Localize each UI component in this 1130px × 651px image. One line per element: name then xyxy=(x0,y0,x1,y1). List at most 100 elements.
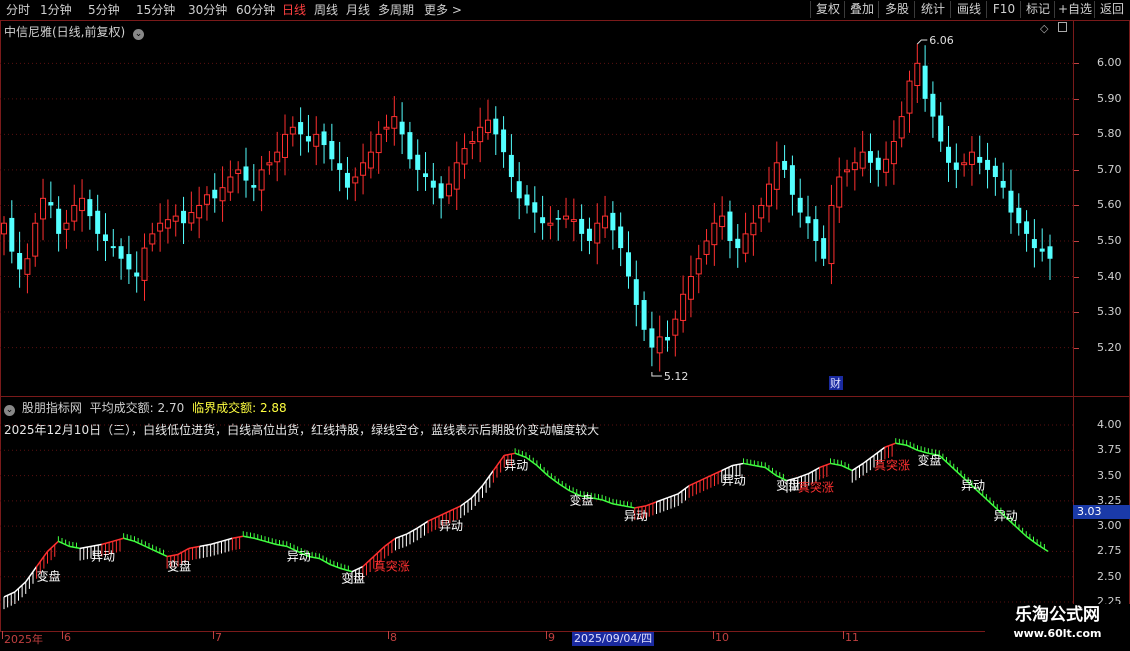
indicator-line xyxy=(645,501,657,507)
candle xyxy=(274,131,281,182)
candle xyxy=(797,178,803,228)
candle xyxy=(423,152,429,191)
candle-body xyxy=(461,148,468,165)
candle xyxy=(821,225,827,266)
draw-line-button[interactable]: 画线 xyxy=(950,1,987,18)
signal-label: 异动 xyxy=(961,479,985,493)
f10-button[interactable]: F10 xyxy=(986,1,1021,18)
candle-body xyxy=(516,181,522,199)
overlay-button[interactable]: 叠加 xyxy=(844,1,879,18)
back-button[interactable]: 返回 xyxy=(1094,1,1129,18)
period-tab-5min[interactable]: 5分钟 xyxy=(88,2,120,18)
indicator-segment xyxy=(481,470,494,498)
period-tab-weekly[interactable]: 周线 xyxy=(314,2,338,18)
candle-body xyxy=(227,176,234,193)
candle xyxy=(961,153,968,177)
indicator-line xyxy=(134,540,146,548)
multi-stock-button[interactable]: 多股 xyxy=(878,1,915,18)
candle xyxy=(375,121,382,174)
candle xyxy=(149,222,156,252)
indicator-line xyxy=(471,485,484,499)
signal-label: 异动 xyxy=(91,549,115,563)
period-tab-30min[interactable]: 30分钟 xyxy=(188,2,227,18)
candle-body xyxy=(922,65,928,99)
candle-body xyxy=(391,116,398,129)
candle-body xyxy=(399,121,405,135)
candle-body xyxy=(305,136,311,142)
indicator-line xyxy=(25,566,38,583)
candle xyxy=(610,201,616,250)
indicator-segment xyxy=(123,533,135,543)
period-tab-15min[interactable]: 15分钟 xyxy=(136,2,175,18)
candle xyxy=(602,195,609,238)
candle-body xyxy=(844,169,851,173)
candle xyxy=(805,195,811,239)
candle-body xyxy=(727,211,733,241)
candle xyxy=(453,141,460,211)
indicator-segment xyxy=(764,462,777,477)
event-badge: 财 xyxy=(830,376,841,390)
candle xyxy=(914,43,921,103)
indicator-line xyxy=(395,533,407,539)
price-tick-mark xyxy=(1074,347,1079,349)
price-tick-label: 5.50 xyxy=(1097,233,1122,247)
price-tick-mark xyxy=(1074,276,1079,278)
period-tab-timeshare[interactable]: 分时 xyxy=(6,2,30,18)
candle xyxy=(906,70,913,133)
signal-label: 变盘 xyxy=(918,452,942,467)
period-tab-60min[interactable]: 60分钟 xyxy=(236,2,275,18)
indicator-line xyxy=(851,462,864,472)
add-watchlist-button[interactable]: +自选 xyxy=(1054,1,1095,18)
period-tab-multi[interactable]: 多周期 xyxy=(378,2,414,18)
indicator-line xyxy=(830,462,842,467)
candle xyxy=(383,114,390,143)
candle-body xyxy=(274,151,281,163)
candle xyxy=(1024,210,1030,252)
candle-body xyxy=(172,215,179,222)
indicator-segment xyxy=(677,485,690,506)
candle xyxy=(968,136,975,186)
x-tick-mark xyxy=(713,631,714,639)
candle-body xyxy=(594,222,601,244)
indicator-line xyxy=(427,515,440,522)
indicator-line xyxy=(90,543,103,548)
adjust-button[interactable]: 复权 xyxy=(810,1,845,18)
candle-body xyxy=(1000,180,1006,188)
indicator-line xyxy=(79,545,92,550)
indicator-segment xyxy=(384,537,396,559)
candle xyxy=(851,147,858,191)
candle-body xyxy=(407,132,413,160)
mark-button[interactable]: 标记 xyxy=(1020,1,1055,18)
candle xyxy=(501,116,507,168)
price-tick-label: 5.90 xyxy=(1097,91,1122,105)
period-tab-monthly[interactable]: 月线 xyxy=(346,2,370,18)
candle-body xyxy=(805,216,811,224)
indicator-line xyxy=(481,470,494,487)
period-tab-1min[interactable]: 1分钟 xyxy=(40,2,72,18)
candle xyxy=(672,310,679,357)
indicator-segment xyxy=(427,515,440,534)
candle xyxy=(266,150,273,175)
candle-body xyxy=(914,62,921,87)
candle-body xyxy=(547,222,554,226)
candle xyxy=(102,213,108,261)
indicator-segment xyxy=(144,541,157,553)
indicator-line xyxy=(764,466,777,477)
x-tick-label: 2025年 xyxy=(4,633,43,646)
candle-body xyxy=(773,162,780,190)
indicator-segment xyxy=(253,533,266,543)
indicator-line xyxy=(166,553,179,558)
candle-body xyxy=(875,157,881,170)
candle-body xyxy=(890,140,897,165)
indicator-tick-label: 3.00 xyxy=(1097,519,1122,533)
candle xyxy=(110,229,116,257)
period-tab-more[interactable]: 更多 > xyxy=(424,2,462,18)
candle-body xyxy=(540,217,546,224)
signal-label: 异动 xyxy=(624,509,648,523)
stats-button[interactable]: 统计 xyxy=(914,1,951,18)
period-tab-daily[interactable]: 日线 xyxy=(282,2,306,18)
candle-body xyxy=(672,318,679,336)
indicator-segment xyxy=(862,454,875,476)
price-tick-mark xyxy=(1074,312,1079,314)
candle-body xyxy=(87,199,93,217)
